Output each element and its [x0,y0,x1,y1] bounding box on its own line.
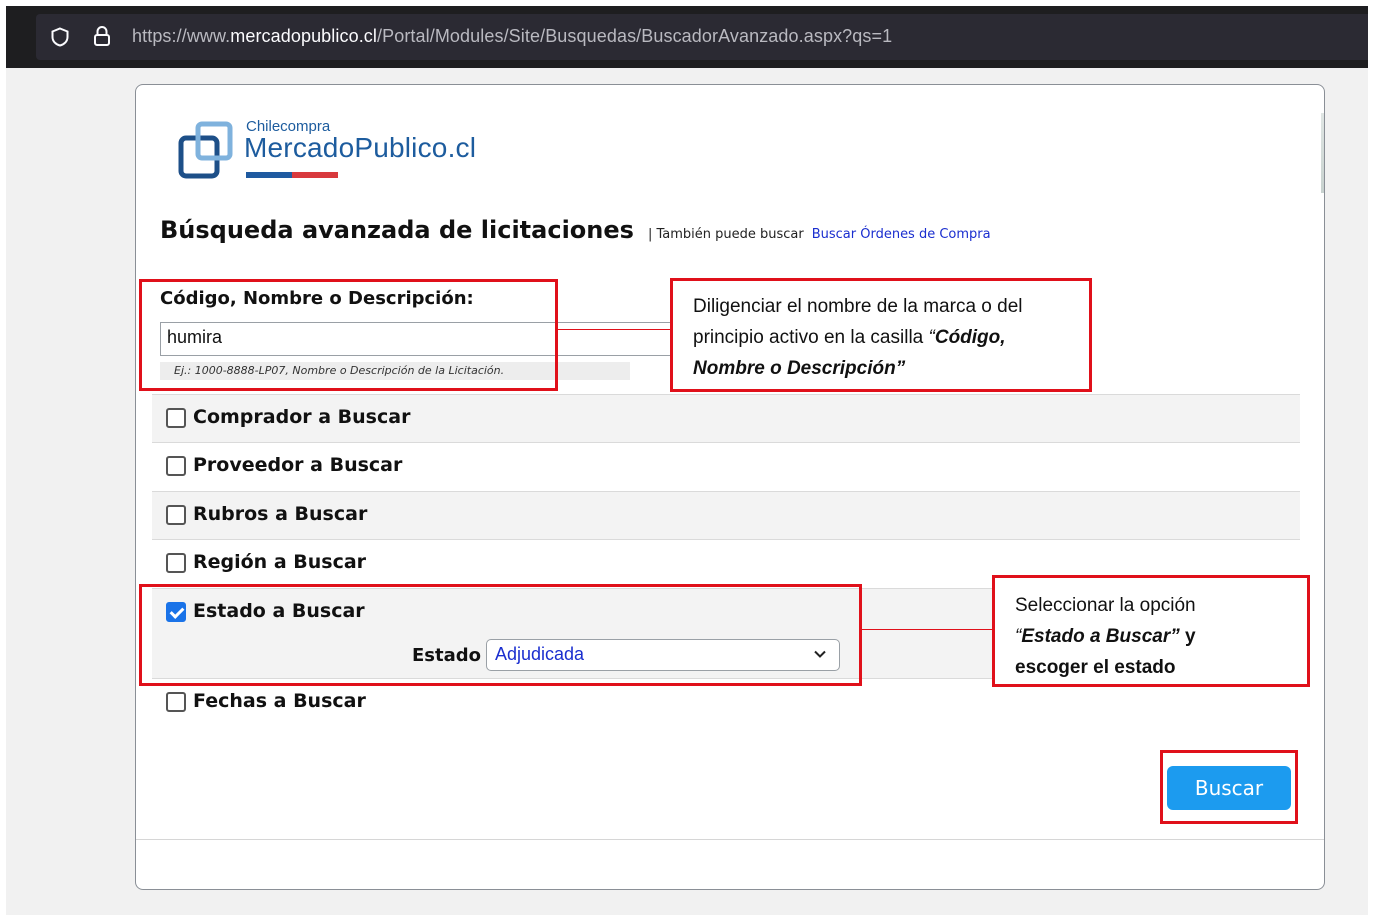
callout2-quote-close: ” [1170,626,1180,647]
logo-big-text: MercadoPublico.cl [244,132,477,163]
lock-icon[interactable] [92,25,112,47]
page-title: Búsqueda avanzada de licitaciones [160,216,634,244]
callout2-tail: y [1179,626,1196,647]
buscar-highlight [1160,750,1298,824]
buscar-ordenes-link[interactable]: Buscar Órdenes de Compra [812,227,991,242]
callout1-connector [558,329,672,330]
footer-divider [136,839,1324,840]
callout2-connector [862,629,994,630]
callout-estado-instructions: Seleccionar la opción “Estado a Buscar” … [992,575,1310,687]
callout-search-instructions: Diligenciar el nombre de la marca o del … [670,278,1092,392]
callout2-line3: escoger el estado [1015,657,1176,678]
filter-label: Proveedor a Buscar [193,454,403,476]
address-field[interactable]: https://www.mercadopublico.cl/Portal/Mod… [36,14,1368,60]
estado-highlight [139,584,862,686]
also-search-text: | También puede buscar [647,227,804,242]
filter-label: Rubros a Buscar [193,503,368,525]
url-text[interactable]: https://www.mercadopublico.cl/Portal/Mod… [132,26,892,47]
page-header: Búsqueda avanzada de licitaciones | Tambi… [160,216,991,244]
mercadopublico-logo[interactable]: Chilecompra MercadoPublico.cl [178,118,498,188]
proveedor-checkbox[interactable] [166,456,186,476]
filter-label: Región a Buscar [193,551,367,573]
comprador-checkbox[interactable] [166,408,186,428]
logo-flag-bar [246,172,338,178]
region-checkbox[interactable] [166,553,186,573]
filter-row-comprador[interactable]: Comprador a Buscar [152,394,1300,442]
browser-url-bar: https://www.mercadopublico.cl/Portal/Mod… [6,6,1368,68]
filter-row-proveedor[interactable]: Proveedor a Buscar [152,442,1300,490]
callout1-quote-close: ” [895,358,906,379]
callout2-line1: Seleccionar la opción [1015,595,1196,616]
rubros-checkbox[interactable] [166,505,186,525]
filter-label: Comprador a Buscar [193,406,411,428]
logo-mark-icon [178,121,233,179]
filter-row-rubros[interactable]: Rubros a Buscar [152,491,1300,539]
filter-label: Fechas a Buscar [193,690,366,712]
panel-edge [1321,113,1324,193]
fechas-checkbox[interactable] [166,692,186,712]
shield-icon[interactable] [50,27,70,47]
search-field-highlight [139,279,558,391]
callout2-emphasis: Estado a Buscar [1021,626,1171,647]
